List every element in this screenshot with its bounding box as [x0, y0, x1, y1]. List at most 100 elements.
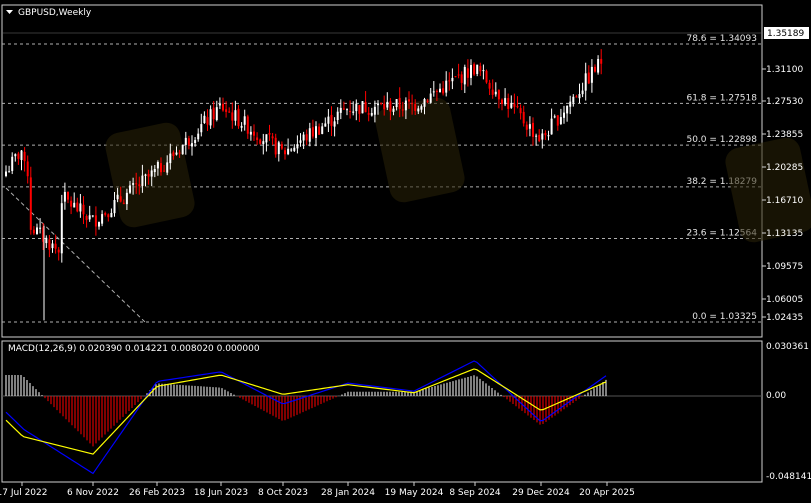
- candle-up: [370, 113, 373, 116]
- macd-title: MACD(12,26,9) 0.020390 0.014221 0.008020…: [8, 344, 260, 354]
- candle-down: [225, 109, 228, 112]
- candle-down: [398, 97, 401, 109]
- candle-down: [466, 68, 469, 78]
- candle-down: [460, 74, 463, 83]
- candle-down: [330, 114, 333, 126]
- fib-level-label: 78.6 = 1.34093: [686, 34, 757, 44]
- candle-up: [581, 90, 584, 95]
- candle-up: [417, 108, 420, 112]
- candle-down: [513, 103, 516, 107]
- candle-up: [510, 102, 513, 108]
- time-axis-label: 6 Nov 2022: [67, 488, 119, 498]
- candle-up: [240, 125, 243, 128]
- candle-up: [277, 142, 280, 155]
- macd-pane-frame: [1, 340, 763, 483]
- macd-axis-label: 0.00: [766, 391, 786, 401]
- candle-down: [274, 137, 277, 155]
- candle-down: [246, 116, 249, 134]
- candle-down: [442, 88, 445, 94]
- fib-level-label: 50.0 = 1.22898: [686, 135, 757, 145]
- candle-down: [367, 113, 370, 115]
- chart-canvas[interactable]: 78.6 = 1.34093 61.8 = 1.27518 50.0 = 1.228…: [0, 0, 811, 503]
- chart-window: 78.6 = 1.34093 61.8 = 1.27518 50.0 = 1.228…: [0, 0, 811, 503]
- candle-down: [178, 152, 181, 154]
- candle-down: [259, 139, 262, 144]
- candle-up: [141, 175, 144, 186]
- candle-down: [516, 106, 519, 108]
- price-axis-label: 1.16710: [766, 196, 803, 206]
- candle-up: [150, 170, 153, 177]
- candle-down: [26, 161, 29, 177]
- candle-down: [206, 117, 209, 125]
- candle-up: [333, 121, 336, 127]
- candle-down: [57, 249, 60, 253]
- candle-down: [172, 152, 175, 157]
- candle-down: [318, 126, 321, 135]
- candle-up: [218, 103, 221, 106]
- candle-up: [494, 91, 497, 95]
- candle-up: [432, 91, 435, 93]
- candle-up: [445, 80, 448, 93]
- candle-up: [386, 101, 389, 108]
- candle-down: [48, 239, 51, 250]
- price-axis-label: 1.31100: [766, 65, 803, 75]
- candle-down: [364, 101, 367, 113]
- candle-up: [175, 152, 178, 155]
- candle-down: [491, 89, 494, 95]
- chart-menu-icon[interactable]: [6, 10, 13, 14]
- candle-up: [153, 168, 156, 173]
- candle-up: [528, 124, 531, 129]
- candle-up: [200, 124, 203, 133]
- candle-down: [349, 110, 352, 112]
- candle-down: [473, 64, 476, 75]
- candle-up: [11, 156, 14, 171]
- candle-up: [553, 116, 556, 118]
- current-price-label: 1.35189: [767, 29, 804, 39]
- candle-down: [414, 104, 417, 111]
- candle-down: [525, 124, 528, 130]
- candle-up: [584, 73, 587, 91]
- fib-level-label: 61.8 = 1.27518: [686, 93, 757, 103]
- candle-down: [311, 127, 314, 137]
- candle-down: [479, 66, 482, 72]
- candle-up: [429, 93, 432, 103]
- candle-up: [423, 99, 426, 107]
- candle-down: [94, 215, 97, 227]
- candle-up: [249, 131, 252, 135]
- price-axis-label: 1.13135: [766, 229, 803, 239]
- candle-up: [45, 237, 48, 244]
- candle-down: [594, 66, 596, 72]
- candle-up: [110, 212, 113, 218]
- candle-down: [228, 111, 231, 113]
- macd-axis-label: 0.030361: [766, 342, 809, 352]
- candle-up: [346, 109, 348, 111]
- candle-down: [519, 108, 522, 114]
- candle-up: [209, 109, 212, 126]
- candle-up: [482, 70, 485, 72]
- candle-up: [14, 154, 17, 157]
- time-axis-label: 17 Jul 2022: [0, 488, 47, 498]
- candle-down: [147, 173, 150, 177]
- candle-down: [70, 200, 73, 207]
- watermark-logo: [105, 122, 195, 228]
- candle-down: [268, 133, 271, 135]
- candle-down: [271, 136, 274, 139]
- candle-down: [305, 134, 308, 141]
- candle-up: [101, 214, 104, 224]
- candle-down: [522, 111, 525, 124]
- candle-down: [556, 115, 559, 126]
- candle-up: [395, 99, 398, 108]
- candle-up: [324, 123, 327, 127]
- candle-down: [587, 72, 590, 84]
- candle-down: [488, 82, 491, 89]
- time-axis-label: 29 Dec 2024: [512, 488, 570, 498]
- candle-up: [308, 128, 311, 142]
- candle-down: [284, 150, 286, 155]
- candle-up: [373, 106, 376, 115]
- price-axis-label: 1.20285: [766, 163, 803, 173]
- watermark-logo: [375, 97, 465, 203]
- candle-down: [187, 138, 190, 146]
- candle-down: [23, 151, 26, 162]
- candle-down: [380, 102, 383, 104]
- candle-up: [60, 203, 63, 254]
